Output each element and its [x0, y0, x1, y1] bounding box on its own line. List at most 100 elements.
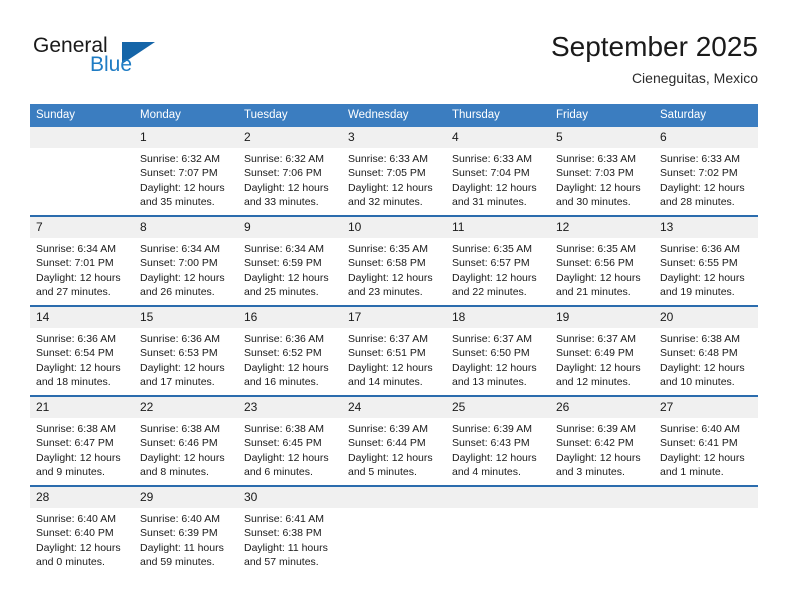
- day-sun-info: Sunrise: 6:32 AM Sunset: 7:06 PM Daylight:…: [238, 148, 342, 210]
- calendar-day-cell[interactable]: 10 Sunrise: 6:35 AM Sunset: 6:58 PM Dayligh…: [342, 215, 446, 306]
- day-sun-info: Sunrise: 6:38 AM Sunset: 6:45 PM Daylight:…: [238, 418, 342, 480]
- day-cell-inner: 11 Sunrise: 6:35 AM Sunset: 6:57 PM Dayligh…: [446, 217, 550, 305]
- sunset-text: Sunset: 6:56 PM: [556, 257, 634, 270]
- calendar-day-cell[interactable]: 4 Sunrise: 6:33 AM Sunset: 7:04 PM Daylight…: [446, 127, 550, 216]
- daylight-text: Daylight: 12 hours and 21 minutes.: [556, 271, 641, 299]
- sunset-text: Sunset: 6:41 PM: [660, 437, 738, 450]
- calendar-day-cell[interactable]: 30 Sunrise: 6:41 AM Sunset: 6:38 PM Dayligh…: [238, 485, 342, 575]
- calendar-day-cell[interactable]: 29 Sunrise: 6:40 AM Sunset: 6:39 PM Dayligh…: [134, 485, 238, 575]
- day-sun-info: Sunrise: 6:40 AM Sunset: 6:39 PM Daylight:…: [134, 508, 238, 570]
- calendar-day-cell[interactable]: 9 Sunrise: 6:34 AM Sunset: 6:59 PM Daylight…: [238, 215, 342, 306]
- day-cell-inner: [30, 127, 134, 215]
- day-number: 5: [550, 127, 654, 148]
- day-cell-inner: 2 Sunrise: 6:32 AM Sunset: 7:06 PM Daylight…: [238, 127, 342, 215]
- calendar-day-cell[interactable]: 25 Sunrise: 6:39 AM Sunset: 6:43 PM Dayligh…: [446, 395, 550, 486]
- day-sun-info: Sunrise: 6:40 AM Sunset: 6:41 PM Daylight:…: [654, 418, 758, 480]
- day-number: 12: [550, 217, 654, 238]
- calendar-day-cell[interactable]: 7 Sunrise: 6:34 AM Sunset: 7:01 PM Daylight…: [30, 215, 134, 306]
- calendar-day-cell[interactable]: 15 Sunrise: 6:36 AM Sunset: 6:53 PM Dayligh…: [134, 305, 238, 396]
- day-cell-inner: 1 Sunrise: 6:32 AM Sunset: 7:07 PM Daylight…: [134, 127, 238, 215]
- sunset-text: Sunset: 6:44 PM: [348, 437, 426, 450]
- day-number: 3: [342, 127, 446, 148]
- calendar-day-cell[interactable]: 6 Sunrise: 6:33 AM Sunset: 7:02 PM Daylight…: [654, 127, 758, 216]
- calendar-week-row: 21 Sunrise: 6:38 AM Sunset: 6:47 PM Dayligh…: [30, 395, 758, 486]
- day-cell-inner: 5 Sunrise: 6:33 AM Sunset: 7:03 PM Daylight…: [550, 127, 654, 215]
- sunset-text: Sunset: 6:38 PM: [244, 527, 322, 540]
- weekday-header-thursday: Thursday: [446, 104, 550, 127]
- daylight-text: Daylight: 12 hours and 10 minutes.: [660, 361, 745, 389]
- calendar-day-cell[interactable]: 13 Sunrise: 6:36 AM Sunset: 6:55 PM Dayligh…: [654, 215, 758, 306]
- day-number: 23: [238, 397, 342, 418]
- day-number: [550, 487, 654, 508]
- calendar-day-cell[interactable]: 27 Sunrise: 6:40 AM Sunset: 6:41 PM Dayligh…: [654, 395, 758, 486]
- sunset-text: Sunset: 7:04 PM: [452, 167, 530, 180]
- calendar-day-cell[interactable]: 16 Sunrise: 6:36 AM Sunset: 6:52 PM Dayligh…: [238, 305, 342, 396]
- calendar-day-cell[interactable]: 2 Sunrise: 6:32 AM Sunset: 7:06 PM Daylight…: [238, 127, 342, 216]
- calendar-day-cell[interactable]: 22 Sunrise: 6:38 AM Sunset: 6:46 PM Dayligh…: [134, 395, 238, 486]
- calendar-week-row: 7 Sunrise: 6:34 AM Sunset: 7:01 PM Daylight…: [30, 215, 758, 306]
- sunrise-text: Sunrise: 6:38 AM: [660, 333, 740, 345]
- calendar-day-cell[interactable]: 28 Sunrise: 6:40 AM Sunset: 6:40 PM Dayligh…: [30, 485, 134, 575]
- day-number: 20: [654, 307, 758, 328]
- sunset-text: Sunset: 7:02 PM: [660, 167, 738, 180]
- calendar-day-cell[interactable]: 24 Sunrise: 6:39 AM Sunset: 6:44 PM Dayligh…: [342, 395, 446, 486]
- calendar-day-cell[interactable]: 12 Sunrise: 6:35 AM Sunset: 6:56 PM Dayligh…: [550, 215, 654, 306]
- sunset-text: Sunset: 6:46 PM: [140, 437, 218, 450]
- calendar-day-cell[interactable]: 21 Sunrise: 6:38 AM Sunset: 6:47 PM Dayligh…: [30, 395, 134, 486]
- day-cell-inner: 30 Sunrise: 6:41 AM Sunset: 6:38 PM Dayligh…: [238, 487, 342, 575]
- day-sun-info: Sunrise: 6:37 AM Sunset: 6:51 PM Daylight:…: [342, 328, 446, 390]
- calendar-day-cell[interactable]: 23 Sunrise: 6:38 AM Sunset: 6:45 PM Dayligh…: [238, 395, 342, 486]
- sunrise-text: Sunrise: 6:40 AM: [660, 423, 740, 435]
- day-sun-info: Sunrise: 6:33 AM Sunset: 7:05 PM Daylight:…: [342, 148, 446, 210]
- daylight-text: Daylight: 12 hours and 19 minutes.: [660, 271, 745, 299]
- day-cell-inner: 3 Sunrise: 6:33 AM Sunset: 7:05 PM Daylight…: [342, 127, 446, 215]
- sunrise-text: Sunrise: 6:34 AM: [140, 243, 220, 255]
- day-number: 21: [30, 397, 134, 418]
- calendar-day-cell[interactable]: 26 Sunrise: 6:39 AM Sunset: 6:42 PM Dayligh…: [550, 395, 654, 486]
- calendar-day-cell[interactable]: 5 Sunrise: 6:33 AM Sunset: 7:03 PM Daylight…: [550, 127, 654, 216]
- sunrise-text: Sunrise: 6:35 AM: [452, 243, 532, 255]
- day-cell-inner: 27 Sunrise: 6:40 AM Sunset: 6:41 PM Dayligh…: [654, 397, 758, 485]
- sunset-text: Sunset: 6:54 PM: [36, 347, 114, 360]
- day-number: 22: [134, 397, 238, 418]
- sunrise-text: Sunrise: 6:32 AM: [140, 153, 220, 165]
- calendar-day-cell[interactable]: 19 Sunrise: 6:37 AM Sunset: 6:49 PM Dayligh…: [550, 305, 654, 396]
- general-blue-logo[interactable]: General Blue: [33, 34, 213, 80]
- day-number: 10: [342, 217, 446, 238]
- calendar-day-cell[interactable]: 18 Sunrise: 6:37 AM Sunset: 6:50 PM Dayligh…: [446, 305, 550, 396]
- daylight-text: Daylight: 12 hours and 9 minutes.: [36, 451, 121, 479]
- title-block: September 2025 Cieneguitas, Mexico: [551, 30, 758, 87]
- sunrise-text: Sunrise: 6:33 AM: [348, 153, 428, 165]
- day-cell-inner: 22 Sunrise: 6:38 AM Sunset: 6:46 PM Dayligh…: [134, 397, 238, 485]
- sunset-text: Sunset: 6:42 PM: [556, 437, 634, 450]
- calendar-day-cell[interactable]: 20 Sunrise: 6:38 AM Sunset: 6:48 PM Dayligh…: [654, 305, 758, 396]
- daylight-text: Daylight: 12 hours and 26 minutes.: [140, 271, 225, 299]
- daylight-text: Daylight: 12 hours and 28 minutes.: [660, 181, 745, 209]
- calendar-week-row: 28 Sunrise: 6:40 AM Sunset: 6:40 PM Dayligh…: [30, 485, 758, 575]
- day-sun-info: Sunrise: 6:33 AM Sunset: 7:03 PM Daylight:…: [550, 148, 654, 210]
- day-cell-inner: 17 Sunrise: 6:37 AM Sunset: 6:51 PM Dayligh…: [342, 307, 446, 395]
- calendar-day-cell[interactable]: 8 Sunrise: 6:34 AM Sunset: 7:00 PM Daylight…: [134, 215, 238, 306]
- calendar-table: Sunday Monday Tuesday Wednesday Thursday…: [30, 104, 758, 575]
- sunrise-text: Sunrise: 6:33 AM: [556, 153, 636, 165]
- weekday-header-tuesday: Tuesday: [238, 104, 342, 127]
- sunrise-text: Sunrise: 6:34 AM: [244, 243, 324, 255]
- calendar-day-cell[interactable]: 11 Sunrise: 6:35 AM Sunset: 6:57 PM Dayligh…: [446, 215, 550, 306]
- sunset-text: Sunset: 7:06 PM: [244, 167, 322, 180]
- day-cell-inner: [446, 487, 550, 575]
- daylight-text: Daylight: 12 hours and 12 minutes.: [556, 361, 641, 389]
- sunset-text: Sunset: 7:01 PM: [36, 257, 114, 270]
- calendar-day-cell[interactable]: 3 Sunrise: 6:33 AM Sunset: 7:05 PM Daylight…: [342, 127, 446, 216]
- calendar-day-cell[interactable]: 17 Sunrise: 6:37 AM Sunset: 6:51 PM Dayligh…: [342, 305, 446, 396]
- calendar-body: 1 Sunrise: 6:32 AM Sunset: 7:07 PM Daylight…: [30, 127, 758, 575]
- day-sun-info: Sunrise: 6:39 AM Sunset: 6:44 PM Daylight:…: [342, 418, 446, 480]
- sunset-text: Sunset: 6:53 PM: [140, 347, 218, 360]
- calendar-day-cell[interactable]: 1 Sunrise: 6:32 AM Sunset: 7:07 PM Daylight…: [134, 127, 238, 216]
- day-number: [446, 487, 550, 508]
- sunset-text: Sunset: 6:57 PM: [452, 257, 530, 270]
- day-cell-inner: 7 Sunrise: 6:34 AM Sunset: 7:01 PM Daylight…: [30, 217, 134, 305]
- calendar-header-row: Sunday Monday Tuesday Wednesday Thursday…: [30, 104, 758, 127]
- day-sun-info: Sunrise: 6:35 AM Sunset: 6:57 PM Daylight:…: [446, 238, 550, 300]
- day-number: 17: [342, 307, 446, 328]
- calendar-day-cell[interactable]: 14 Sunrise: 6:36 AM Sunset: 6:54 PM Dayligh…: [30, 305, 134, 396]
